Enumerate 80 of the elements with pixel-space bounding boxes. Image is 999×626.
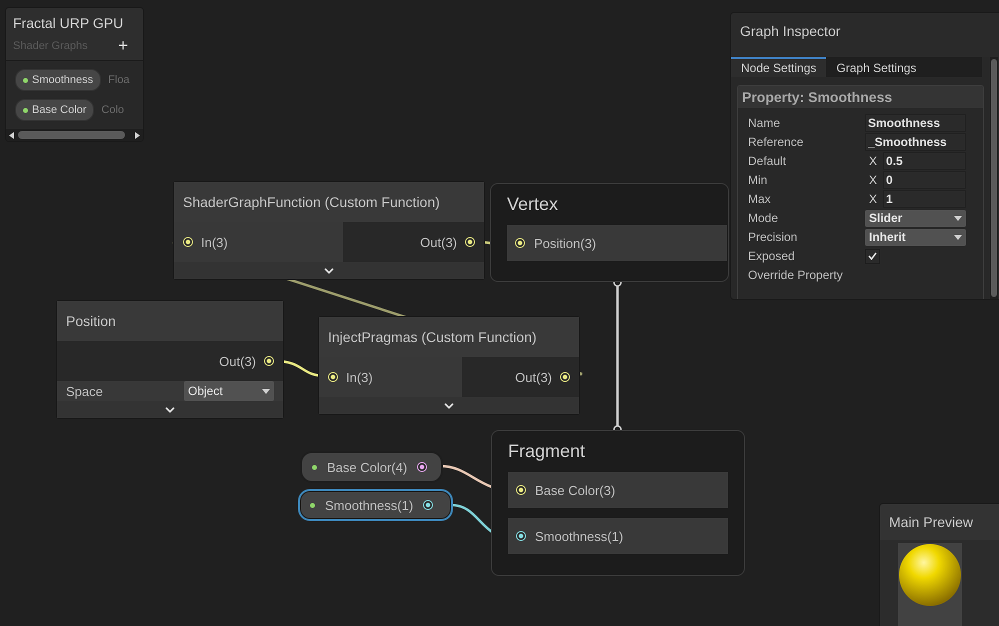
- port-icon[interactable]: [560, 372, 570, 382]
- node-title: InjectPragmas (Custom Function): [328, 329, 537, 345]
- field-label: Space: [66, 384, 103, 398]
- add-button[interactable]: +: [118, 37, 136, 54]
- text-field[interactable]: Smoothness: [865, 114, 966, 132]
- vertical-scrollbar[interactable]: [990, 57, 998, 299]
- status-dot-icon: [23, 108, 28, 112]
- property-label: Base Color(4): [327, 460, 408, 474]
- block-port[interactable]: Base Color(3): [508, 472, 728, 508]
- field-label: Mode: [748, 211, 780, 225]
- port-label: Out(3): [219, 354, 256, 368]
- port-label: Base Color(3): [535, 482, 616, 498]
- property-type: Colo: [101, 104, 124, 116]
- port-label: Smoothness(1): [535, 528, 624, 544]
- checkmark-icon: [868, 252, 877, 260]
- dropdown[interactable]: Object: [184, 381, 274, 401]
- text-field[interactable]: _Smoothness: [865, 133, 966, 151]
- port-icon[interactable]: [183, 237, 193, 247]
- port-icon[interactable]: [264, 356, 274, 366]
- node-title: Position: [66, 313, 116, 329]
- property-node[interactable]: Base Color(4): [300, 451, 443, 483]
- block-title: Fragment: [508, 441, 586, 462]
- field-label: Name: [748, 116, 782, 130]
- status-dot-icon: [312, 464, 317, 470]
- horizontal-scrollbar[interactable]: [6, 129, 143, 141]
- block-port[interactable]: Position(3): [507, 225, 727, 261]
- port-label: In(3): [201, 234, 228, 250]
- section-title: Property: Smoothness: [738, 86, 983, 108]
- field-label: Precision: [748, 230, 798, 244]
- sphere-preview: [898, 543, 962, 607]
- dropdown-caret-icon: [262, 388, 270, 394]
- block-port[interactable]: Smoothness(1): [508, 518, 728, 554]
- dropdown-caret-icon: [954, 234, 962, 240]
- status-dot-icon: [23, 78, 28, 82]
- custom-function-node[interactable]: InjectPragmas (Custom Function) In(3) Out(3): [318, 316, 580, 415]
- inspector-title: Graph Inspector: [740, 23, 840, 39]
- dropdown[interactable]: Slider: [865, 210, 966, 226]
- port-icon[interactable]: [328, 372, 338, 382]
- blackboard-title: Fractal URP GPU: [13, 15, 124, 31]
- property-pill[interactable]: Base Color: [15, 99, 94, 121]
- custom-function-node[interactable]: ShaderGraphFunction (Custom Function) In(3) Out(3): [173, 181, 485, 280]
- node-title: ShaderGraphFunction (Custom Function): [183, 194, 440, 210]
- status-dot-icon: [310, 502, 315, 508]
- checkbox[interactable]: [865, 248, 880, 264]
- scroll-right-icon[interactable]: [135, 132, 140, 138]
- port-label: Out(3): [420, 234, 457, 250]
- field-label: Min: [748, 173, 768, 187]
- port-icon[interactable]: [516, 485, 526, 495]
- number-field[interactable]: 0: [883, 171, 966, 189]
- port-icon[interactable]: [423, 500, 434, 510]
- port-icon[interactable]: [516, 531, 526, 541]
- axis-label: X: [869, 173, 878, 187]
- field-label: Exposed: [748, 249, 796, 263]
- preview-title: Main Preview: [889, 514, 974, 530]
- port-icon[interactable]: [417, 462, 428, 472]
- property-type: Floa: [108, 74, 130, 86]
- port-label: Out(3): [515, 370, 552, 384]
- fragment-block[interactable]: Fragment Base Color(3) Smoothness(1): [491, 430, 745, 576]
- field-label: Reference: [748, 135, 804, 149]
- position-node[interactable]: Position Out(3) Space Object: [56, 300, 284, 419]
- property-pill[interactable]: Smoothness: [15, 69, 102, 91]
- port-icon[interactable]: [465, 237, 475, 247]
- vertex-block[interactable]: Vertex Position(3): [490, 183, 729, 282]
- block-title: Vertex: [507, 194, 560, 215]
- axis-label: X: [869, 154, 878, 168]
- port-label: Position(3): [534, 236, 596, 250]
- port-label: In(3): [346, 370, 373, 384]
- property-node[interactable]: Smoothness(1): [298, 489, 453, 521]
- number-field[interactable]: 0.5: [883, 152, 966, 170]
- dropdown-caret-icon: [954, 216, 962, 220]
- number-field[interactable]: 1: [883, 190, 966, 208]
- field-label: Max: [748, 192, 772, 206]
- tab[interactable]: Node Settings: [731, 57, 826, 77]
- field-label: Override Property: [748, 268, 844, 282]
- scroll-left-icon[interactable]: [9, 132, 14, 138]
- axis-label: X: [869, 192, 878, 206]
- port-icon[interactable]: [515, 238, 525, 248]
- field-label: Default: [748, 154, 788, 168]
- property-label: Smoothness(1): [325, 498, 414, 512]
- dropdown[interactable]: Inherit: [865, 228, 966, 246]
